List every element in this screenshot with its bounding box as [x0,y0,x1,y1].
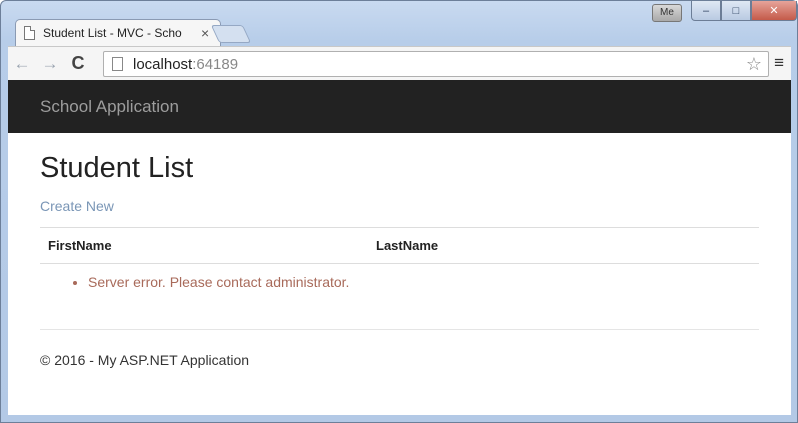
page-icon [112,57,123,71]
window-controls: – □ ✕ [691,1,797,21]
url-port: :64189 [192,55,239,73]
body-content: Student List Create New FirstName LastNa… [8,152,791,368]
column-header-lastname[interactable]: LastName [368,227,759,264]
error-message: Server error. Please contact administrat… [88,274,759,290]
menu-icon[interactable]: ≡ [774,53,784,73]
address-bar[interactable]: localhost :64189 ☆ [103,51,769,77]
close-button[interactable]: ✕ [751,1,797,21]
browser-toolbar: ← → C localhost :64189 ☆ ≡ [8,46,791,80]
column-header-firstname[interactable]: FirstName [40,227,368,264]
tab-title: Student List - MVC - Scho [43,26,182,40]
bookmark-star-icon[interactable]: ☆ [746,54,762,75]
brand-link[interactable]: School Application [40,97,179,117]
app-navbar: School Application [8,80,791,133]
browser-tab[interactable]: Student List - MVC - Scho × [15,19,221,46]
profile-button[interactable]: Me [652,4,682,22]
page-icon [24,26,35,40]
footer-divider [40,329,759,330]
forward-arrow-icon[interactable]: → [36,54,64,74]
browser-window: Student List - MVC - Scho × Me – □ ✕ ← →… [0,0,798,423]
url-host: localhost [133,55,193,73]
minimize-button[interactable]: – [691,1,721,21]
restore-button[interactable]: □ [721,1,751,21]
create-new-link[interactable]: Create New [40,198,114,214]
table-header-row: FirstName LastName [40,227,759,264]
page-viewport: School Application Student List Create N… [8,80,791,415]
page-title: Student List [40,152,194,184]
student-table: FirstName LastName [40,227,759,264]
back-arrow-icon[interactable]: ← [8,54,36,74]
footer-text: © 2016 - My ASP.NET Application [40,352,250,368]
reload-icon[interactable]: C [64,53,92,74]
tab-close-icon[interactable]: × [201,25,209,41]
error-list: Server error. Please contact administrat… [40,274,759,290]
